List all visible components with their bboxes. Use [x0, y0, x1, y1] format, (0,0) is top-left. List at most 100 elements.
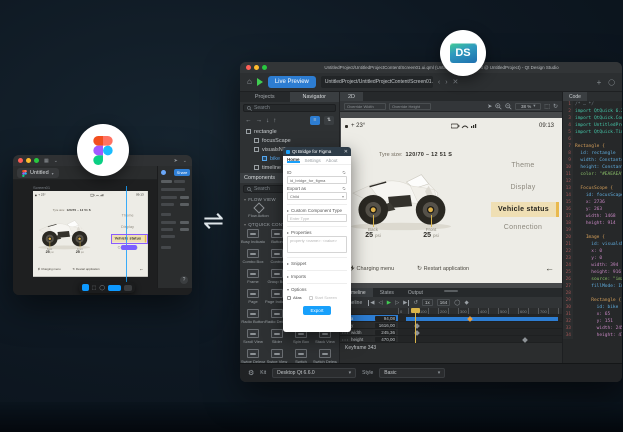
id-input[interactable]: id_bridge_for_figma: [287, 176, 347, 184]
next-keyframe-icon[interactable]: ▷: [395, 300, 399, 306]
filter-toggle-button[interactable]: ≡: [310, 116, 320, 125]
track-value[interactable]: 245,36: [375, 330, 396, 335]
run-project-button[interactable]: [257, 78, 263, 86]
previous-keyframe-icon[interactable]: ◁: [378, 300, 382, 306]
move-down-icon[interactable]: ↓: [266, 117, 269, 124]
restart-application-button[interactable]: ↻ Restart application: [73, 267, 100, 271]
close-icon[interactable]: ✕: [344, 149, 348, 155]
timeline-track-y[interactable]: •••y1616,00: [340, 322, 562, 329]
reset-view-icon[interactable]: ↻: [553, 103, 558, 110]
tree-item-rectangle[interactable]: rectangle: [240, 127, 339, 136]
menu-item-display[interactable]: Display: [109, 225, 146, 229]
component-switch-delegate[interactable]: Switch Delegate: [313, 348, 337, 363]
tab-states[interactable]: States: [373, 288, 401, 297]
component-scroll-view[interactable]: Scroll View: [241, 328, 265, 348]
component-frame[interactable]: Frame: [241, 268, 265, 288]
select-mode-icon[interactable]: ➤: [487, 103, 492, 110]
tab-output[interactable]: Output: [401, 288, 430, 297]
more-options-icon[interactable]: ◯: [608, 79, 615, 86]
component-swipe-delegate[interactable]: Swipe Delegate: [241, 348, 265, 363]
tab-code[interactable]: Code: [563, 92, 587, 101]
keyframe-marker[interactable]: [522, 337, 528, 343]
menu-item-display[interactable]: Display: [487, 184, 559, 191]
section-snippet[interactable]: ▸Snippet: [287, 257, 347, 266]
menu-item-theme[interactable]: Theme: [487, 162, 559, 169]
kit-selector-dropdown[interactable]: Desktop Qt 6.6.0▾: [272, 368, 356, 378]
timeline-ruler[interactable]: 0100200300400500600700: [340, 308, 562, 315]
export-button[interactable]: Export: [303, 306, 331, 315]
move-tool-icon[interactable]: ➤: [174, 158, 178, 164]
component-combo-box[interactable]: Combo Box: [241, 248, 265, 268]
alias-checkbox[interactable]: [287, 296, 291, 300]
more-tools-icon[interactable]: ⌄: [183, 158, 187, 164]
home-icon[interactable]: ⌂: [247, 78, 252, 86]
ds-traffic-lights[interactable]: [246, 65, 267, 70]
link-icon[interactable]: [341, 170, 347, 175]
export-as-dropdown[interactable]: Child▾: [287, 192, 347, 200]
ds-design-canvas[interactable]: + 23° 09:13 Tyre size:120/70 – 12 51 S: [341, 118, 562, 283]
timeline-track-x[interactable]: •••x94,08: [340, 315, 562, 322]
navigator-search-input[interactable]: Search: [243, 104, 336, 112]
reverse-order-button[interactable]: ⇅: [324, 116, 334, 125]
tab-navigator[interactable]: Navigator: [290, 92, 340, 102]
charging-menu-button[interactable]: Charging menu: [38, 267, 61, 271]
settings-gear-icon[interactable]: ⚙: [248, 369, 254, 377]
menu-item-theme[interactable]: Theme: [109, 214, 146, 218]
back-arrow-button[interactable]: ←: [139, 266, 144, 271]
curve-editor-icon[interactable]: ◆: [464, 300, 468, 306]
move-tool-button[interactable]: [82, 284, 89, 291]
track-options-icon[interactable]: •••: [342, 337, 349, 342]
track-lane[interactable]: [398, 315, 562, 321]
tab-about[interactable]: About: [326, 158, 338, 163]
style-selector-dropdown[interactable]: Basic▾: [379, 368, 445, 378]
zoom-button[interactable]: [34, 158, 39, 163]
playback-speed-value[interactable]: 1x: [422, 299, 433, 306]
move-left-icon[interactable]: ←: [245, 117, 252, 124]
track-header[interactable]: •••height470,00: [340, 336, 398, 342]
move-right-icon[interactable]: →: [256, 117, 263, 124]
menu-item-connection[interactable]: Connection: [487, 224, 559, 231]
track-value[interactable]: 470,00: [375, 337, 396, 342]
properties-textarea[interactable]: property <name>: <value>: [287, 236, 347, 253]
section-options[interactable]: ▾Options: [287, 283, 347, 292]
timeline-track-height[interactable]: •••height470,00: [340, 336, 562, 343]
tab-settings[interactable]: Settings: [305, 158, 321, 163]
section-imports[interactable]: ▸Imports: [287, 270, 347, 279]
menu-item-vehicle-status[interactable]: Vehicle status: [491, 202, 559, 217]
main-menu-icon[interactable]: ▦: [44, 158, 49, 164]
track-lane[interactable]: [398, 336, 562, 342]
track-lane[interactable]: [398, 329, 562, 335]
zoom-in-icon[interactable]: [495, 103, 502, 110]
record-icon[interactable]: ◯: [454, 300, 460, 306]
override-width-field[interactable]: Override Width: [344, 103, 386, 110]
jump-to-start-icon[interactable]: ◀: [368, 300, 374, 306]
fit-to-screen-icon[interactable]: ⬚: [544, 103, 550, 110]
prototype-tab[interactable]: [174, 180, 185, 183]
zoom-level-dropdown[interactable]: 38 %▾: [515, 103, 541, 110]
component-swipe-view[interactable]: Swipe View: [265, 348, 289, 363]
minimize-button[interactable]: [26, 158, 31, 163]
timeline-track-width[interactable]: •••width245,36: [340, 329, 562, 336]
component-switch[interactable]: Switch: [289, 348, 313, 363]
frame-tool-button[interactable]: ⬚: [92, 285, 97, 291]
restart-application-button[interactable]: ↻ Restart application: [417, 265, 469, 272]
back-arrow-button[interactable]: ←: [545, 263, 554, 273]
code-lines[interactable]: 1/* … */2import QtQuick 6.23import QtQui…: [563, 101, 622, 363]
tab-home[interactable]: Home: [287, 157, 300, 163]
component-busy-indicator[interactable]: Busy Indicator: [241, 228, 265, 248]
jump-to-end-icon[interactable]: ▶: [403, 300, 409, 306]
override-height-field[interactable]: Override Height: [389, 103, 431, 110]
figma-traffic-lights[interactable]: [18, 158, 39, 163]
toolbar-more-button[interactable]: [124, 285, 132, 291]
tree-item-focusScape[interactable]: focusScape: [240, 136, 339, 145]
component-page[interactable]: Page: [241, 288, 265, 308]
track-value[interactable]: 1616,00: [375, 323, 396, 328]
track-duration-bar[interactable]: [406, 317, 558, 321]
close-button[interactable]: [18, 158, 23, 163]
close-button[interactable]: [246, 65, 251, 70]
open-document-dropdown[interactable]: UntitledProject/UntitledProjectContent/S…: [321, 76, 433, 88]
go-back-button[interactable]: ‹: [438, 79, 440, 86]
properties-section[interactable]: ▸ Properties: [287, 226, 347, 235]
figma-frame-label[interactable]: Screen01: [33, 185, 50, 190]
close-document-button[interactable]: ✕: [453, 78, 459, 86]
